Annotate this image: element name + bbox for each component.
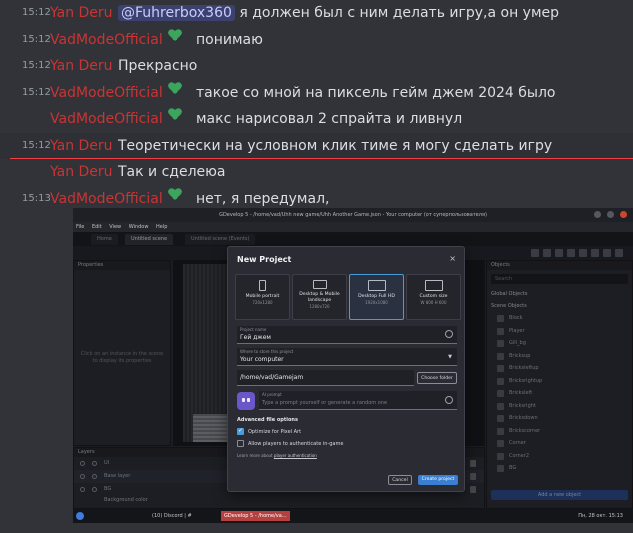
ai-prompt-field: AI prompt Type a prompt yourself or gene…: [259, 391, 457, 410]
robot-icon: [237, 392, 255, 410]
chat-message: 15:12 VadModeOfficial понимаю: [0, 27, 633, 54]
plant-badge-icon: [167, 25, 183, 52]
checkbox-checked-icon: [237, 427, 244, 435]
taskbar-discord: (10) Discord | #: [152, 513, 192, 519]
resolution-preset: Custom size W 800 H 600: [406, 274, 461, 320]
menu-edit: Edit: [91, 224, 102, 230]
chat-message: 15:12 VadModeOfficial такое со мной на пик…: [0, 80, 633, 107]
resolution-preset: Desktop Full HD 1920x1080: [349, 274, 404, 320]
message-timestamp: 15:12: [22, 60, 51, 71]
learn-more-link: player authentication: [273, 453, 317, 458]
message-text: макс нарисовал 2 спрайта и ливнул: [196, 111, 463, 127]
message-text: @Fuhrerbox360 я должен был с ним делать …: [118, 0, 559, 27]
message-text: Теоретически на условном клик тиме я мог…: [118, 137, 553, 154]
message-author[interactable]: Yan Deru: [50, 159, 113, 186]
chat-message: VadModeOfficial макс нарисовал 2 спрайта …: [0, 106, 633, 133]
message-timestamp: 15:13: [22, 192, 51, 204]
message-author[interactable]: VadModeOfficial: [50, 80, 183, 107]
message-timestamp: 15:12: [22, 139, 51, 151]
folder-row: /home/vad/Gamejam Choose folder: [237, 370, 457, 386]
resolution-preset: Desktop & Mobile landscape 1280x720: [292, 274, 347, 320]
message-text: Так и сделеюа: [118, 164, 226, 180]
resolution-presets: Mobile portrait 720x1280 Desktop & Mobile …: [235, 274, 461, 320]
create-project-button: Create project: [418, 475, 458, 485]
optimize-pixel-art-checkbox: Optimize for Pixel Art: [237, 427, 301, 436]
new-project-dialog: New Project × Mobile portrait 720x1280 Des…: [227, 246, 465, 492]
caret-down-icon: ▼: [448, 354, 452, 360]
advanced-options-heading: Advanced file options: [237, 417, 298, 423]
allow-auth-checkbox: Allow players to authenticate in-game: [237, 440, 343, 448]
plant-badge-icon: [167, 104, 183, 131]
message-text: такое со мной на пиксель гейм джем 2024 …: [196, 84, 556, 101]
message-author[interactable]: VadModeOfficial: [50, 106, 183, 133]
message-author[interactable]: VadModeOfficial: [50, 27, 183, 54]
minimize-icon: [594, 211, 601, 218]
menu-file: File: [76, 224, 85, 230]
dialog-title: New Project: [237, 255, 292, 264]
menu-window: Window: [128, 224, 149, 230]
plant-badge-icon: [167, 184, 183, 211]
checkbox-unchecked-icon: [237, 440, 244, 447]
menu-help: Help: [156, 224, 168, 230]
project-name-field: Project name Гей джем: [237, 326, 457, 344]
message-author[interactable]: Yan Deru: [50, 0, 113, 27]
taskbar: (10) Discord | # GDevelop 5 - /home/va..…: [73, 509, 633, 523]
message-timestamp: 15:12: [22, 33, 51, 45]
screen-icon: [259, 280, 266, 291]
menu-bar: File Edit View Window Help: [73, 222, 633, 232]
taskbar-clock: Пн, 28 окт. 15:13: [578, 513, 623, 519]
message-text: Прекрасно: [118, 58, 198, 74]
message-timestamp: 15:12: [22, 86, 51, 98]
ai-prompt-row: AI prompt Type a prompt yourself or gene…: [237, 391, 457, 411]
screen-icon: [367, 280, 386, 291]
embedded-screenshot[interactable]: GDevelop 5 - /home/vad/Uhh new game/Uhh …: [73, 208, 633, 523]
choose-folder-button: Choose folder: [417, 372, 457, 384]
new-messages-divider: [10, 158, 633, 159]
chat-message: 15:12 Yan Deru @Fuhrerbox360 я должен был …: [0, 0, 633, 27]
chat-message: 15:12 Yan Deru Теоретически на условном кл…: [0, 132, 633, 160]
resolution-preset: Mobile portrait 720x1280: [235, 274, 290, 320]
refresh-icon: [445, 396, 453, 404]
message-timestamp: 15:12: [22, 7, 51, 18]
maximize-icon: [607, 211, 614, 218]
refresh-icon: [445, 330, 453, 338]
window-titlebar: GDevelop 5 - /home/vad/Uhh new game/Uhh …: [73, 208, 633, 222]
close-icon: [620, 211, 627, 218]
chat-message: Yan Deru Так и сделеюа: [0, 159, 633, 186]
taskbar-gdevelop: GDevelop 5 - /home/va...: [221, 511, 290, 521]
learn-more-text: Learn more about player authentication: [237, 453, 317, 458]
plant-badge-icon: [167, 78, 183, 105]
cancel-button: Cancel: [388, 475, 412, 485]
message-author[interactable]: Yan Deru: [50, 53, 113, 80]
folder-path-field: /home/vad/Gamejam: [237, 370, 414, 386]
message-text: понимаю: [196, 31, 263, 48]
screen-icon: [424, 280, 443, 291]
window-controls: [594, 211, 627, 218]
close-icon: ×: [449, 254, 456, 263]
user-mention[interactable]: @Fuhrerbox360: [118, 5, 235, 21]
menu-view: View: [109, 224, 122, 230]
window-title: GDevelop 5 - /home/vad/Uhh new game/Uhh …: [219, 212, 487, 218]
message-author[interactable]: Yan Deru: [50, 133, 113, 160]
chat-log: 15:12 Yan Deru @Fuhrerbox360 я должен был …: [0, 0, 633, 212]
chat-message: 15:12 Yan Deru Прекрасно: [0, 53, 633, 80]
start-menu-icon: [76, 512, 84, 520]
screen-icon: [312, 280, 327, 289]
storage-select: Where to store this project Your compute…: [237, 348, 457, 366]
